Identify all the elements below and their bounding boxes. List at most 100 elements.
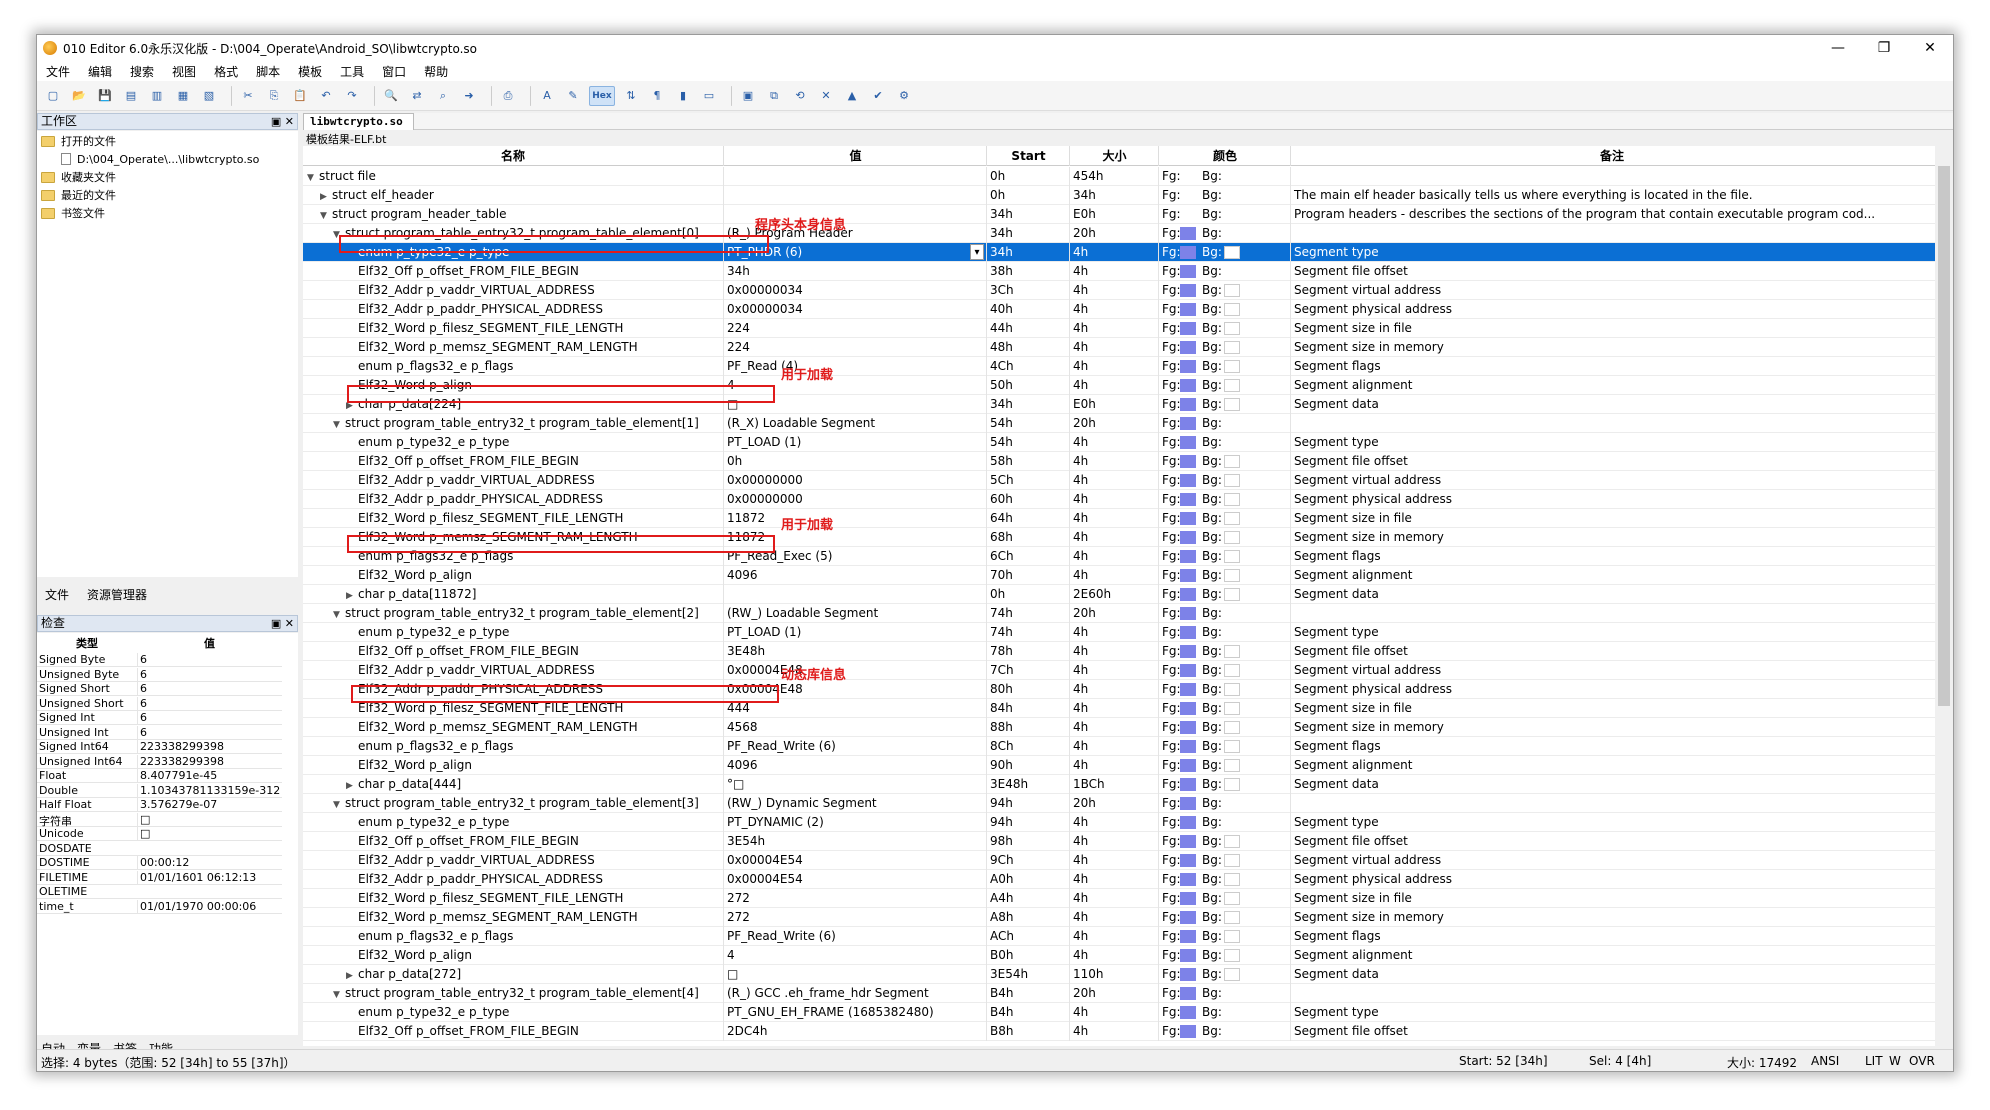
workspace-item-open-file[interactable]: D:\004_Operate\...\libwtcrypto.so <box>61 151 259 167</box>
menu-file[interactable]: 文件 <box>37 63 79 80</box>
status-lit[interactable]: LIT <box>1865 1054 1883 1068</box>
bg-color-swatch[interactable] <box>1224 645 1240 658</box>
fg-color-swatch[interactable] <box>1180 1006 1196 1019</box>
fg-color-swatch[interactable] <box>1180 721 1196 734</box>
workspace-item-favorites[interactable]: 收藏夹文件 <box>41 169 116 185</box>
template-row[interactable]: Elf32_Off p_offset_FROM_FILE_BEGIN 34h 38h… <box>303 262 1935 281</box>
tools-icon[interactable]: ✕ <box>816 86 836 106</box>
fg-color-swatch[interactable] <box>1180 797 1196 810</box>
fg-color-swatch[interactable] <box>1180 303 1196 316</box>
inspector-row[interactable]: Half Float 3.576279e-07 <box>37 798 282 812</box>
panel-close-icon[interactable]: ▣ ✕ <box>271 616 294 631</box>
template-row[interactable]: Elf32_Word p_filesz_SEGMENT_FILE_LENGTH 2… <box>303 319 1935 338</box>
template-row[interactable]: Elf32_Addr p_vaddr_VIRTUAL_ADDRESS 0x0000… <box>303 661 1935 680</box>
workspace-item-recent[interactable]: 最近的文件 <box>41 187 116 203</box>
close-button[interactable]: ✕ <box>1907 35 1953 61</box>
column-header-comment[interactable]: 备注 <box>1292 146 1932 166</box>
status-encoding[interactable]: ANSI <box>1811 1054 1839 1068</box>
minimize-button[interactable]: — <box>1815 35 1861 61</box>
fg-color-swatch[interactable] <box>1180 284 1196 297</box>
bg-color-swatch[interactable] <box>1224 835 1240 848</box>
bg-color-swatch[interactable] <box>1224 360 1240 373</box>
bg-color-swatch[interactable] <box>1224 721 1240 734</box>
run-script-icon[interactable]: ⚙ <box>894 86 914 106</box>
template-row[interactable]: Elf32_Addr p_paddr_PHYSICAL_ADDRESS 0x000… <box>303 300 1935 319</box>
fg-color-swatch[interactable] <box>1180 398 1196 411</box>
fg-color-swatch[interactable] <box>1180 493 1196 506</box>
fg-color-swatch[interactable] <box>1180 474 1196 487</box>
template-row[interactable]: enum p_flags32_e p_flags PF_Read (4) 4Ch 4h… <box>303 357 1935 376</box>
bg-color-swatch[interactable] <box>1224 968 1240 981</box>
collapse-arrow-icon[interactable]: ▼ <box>333 796 345 813</box>
fg-color-swatch[interactable] <box>1180 1025 1196 1038</box>
bg-color-swatch[interactable] <box>1224 303 1240 316</box>
template-row[interactable]: Elf32_Addr p_paddr_PHYSICAL_ADDRESS 0x000… <box>303 870 1935 889</box>
fg-color-swatch[interactable] <box>1180 512 1196 525</box>
template-row[interactable]: Elf32_Off p_offset_FROM_FILE_BEGIN 3E54h 9… <box>303 832 1935 851</box>
template-row[interactable]: Elf32_Word p_align 4 B0h 4h Fg: Bg: Segment al… <box>303 946 1935 965</box>
fg-color-swatch[interactable] <box>1180 778 1196 791</box>
bg-color-swatch[interactable] <box>1224 322 1240 335</box>
bg-color-swatch[interactable] <box>1224 588 1240 601</box>
status-ovr[interactable]: OVR <box>1909 1054 1935 1068</box>
bg-color-swatch[interactable] <box>1224 550 1240 563</box>
compare-icon[interactable]: ⧉ <box>764 86 784 106</box>
restore-button[interactable]: ❐ <box>1861 35 1907 61</box>
find-in-files-icon[interactable]: ⌕ <box>433 86 453 106</box>
fg-color-swatch[interactable] <box>1180 588 1196 601</box>
template-row[interactable]: Elf32_Addr p_paddr_PHYSICAL_ADDRESS 0x000… <box>303 490 1935 509</box>
undo-icon[interactable]: ↶ <box>316 86 336 106</box>
bg-color-swatch[interactable] <box>1224 531 1240 544</box>
bg-color-swatch[interactable] <box>1224 379 1240 392</box>
menu-help[interactable]: 帮助 <box>415 63 457 80</box>
ruler-icon[interactable]: ▭ <box>699 86 719 106</box>
template-row[interactable]: enum p_flags32_e p_flags PF_Read_Write (6… <box>303 927 1935 946</box>
workspace-item-open-files[interactable]: 打开的文件 <box>41 133 116 149</box>
inspector-row[interactable]: Signed Byte 6 <box>37 653 282 667</box>
fg-color-swatch[interactable] <box>1180 740 1196 753</box>
bg-color-swatch[interactable] <box>1224 455 1240 468</box>
inspector-row[interactable]: Unsigned Byte 6 <box>37 667 282 682</box>
bg-color-swatch[interactable] <box>1224 474 1240 487</box>
fg-color-swatch[interactable] <box>1180 417 1196 430</box>
expand-arrow-icon[interactable]: ▶ <box>346 587 358 604</box>
fg-color-swatch[interactable] <box>1180 911 1196 924</box>
collapse-arrow-icon[interactable]: ▼ <box>333 986 345 1003</box>
template-row[interactable]: ▶ char p_data[272] □ 3E54h 110h Fg: Bg: Segment… <box>303 965 1935 984</box>
menu-edit[interactable]: 编辑 <box>79 63 121 80</box>
template-row[interactable]: ▶ struct elf_header 0h 34h Fg: Bg: The main el… <box>303 186 1935 205</box>
template-row[interactable]: ▼ struct program_header_table 34h E0h Fg: Bg:… <box>303 205 1935 224</box>
bg-color-swatch[interactable] <box>1224 892 1240 905</box>
column-header-name[interactable]: 名称 <box>303 146 724 166</box>
fg-color-swatch[interactable] <box>1180 664 1196 677</box>
copy-icon[interactable]: ⎘ <box>264 86 284 106</box>
goto-icon[interactable]: ➜ <box>459 86 479 106</box>
collapse-arrow-icon[interactable]: ▼ <box>333 606 345 623</box>
bg-color-swatch[interactable] <box>1224 930 1240 943</box>
bg-color-swatch[interactable] <box>1224 246 1240 259</box>
fg-color-swatch[interactable] <box>1180 987 1196 1000</box>
vertical-scrollbar[interactable] <box>1935 146 1953 1046</box>
template-row[interactable]: ▼ struct file 0h 454h Fg: Bg: <box>303 167 1935 186</box>
template-row[interactable]: Elf32_Word p_filesz_SEGMENT_FILE_LENGTH 2… <box>303 889 1935 908</box>
fg-color-swatch[interactable] <box>1180 265 1196 278</box>
template-row[interactable]: Elf32_Word p_memsz_SEGMENT_RAM_LENGTH 224… <box>303 338 1935 357</box>
font-icon[interactable]: A <box>537 86 557 106</box>
template-row[interactable]: ▼ struct program_table_entry32_t program_… <box>303 414 1935 433</box>
close-file-icon[interactable]: ▧ <box>199 86 219 106</box>
inspector-row[interactable]: Double 1.10343781133159e-312 <box>37 783 282 798</box>
calculator-icon[interactable]: ▣ <box>738 86 758 106</box>
open-file-icon[interactable]: 📂 <box>69 86 89 106</box>
new-file-icon[interactable]: ▢ <box>43 86 63 106</box>
fg-color-swatch[interactable] <box>1180 645 1196 658</box>
inspector-row[interactable]: Signed Int64 223338299398 <box>37 740 282 754</box>
fg-color-swatch[interactable] <box>1180 379 1196 392</box>
template-row[interactable]: enum p_flags32_e p_flags PF_Read_Write (6… <box>303 737 1935 756</box>
inspector-row[interactable]: Unsigned Short 6 <box>37 696 282 711</box>
redo-icon[interactable]: ↷ <box>342 86 362 106</box>
bg-color-swatch[interactable] <box>1224 873 1240 886</box>
column-header-value[interactable]: 值 <box>725 146 987 166</box>
menu-search[interactable]: 搜索 <box>121 63 163 80</box>
template-row[interactable]: enum p_type32_e p_type PT_DYNAMIC (2) 94h 4… <box>303 813 1935 832</box>
template-row[interactable]: ▼ struct program_table_entry32_t program_… <box>303 794 1935 813</box>
